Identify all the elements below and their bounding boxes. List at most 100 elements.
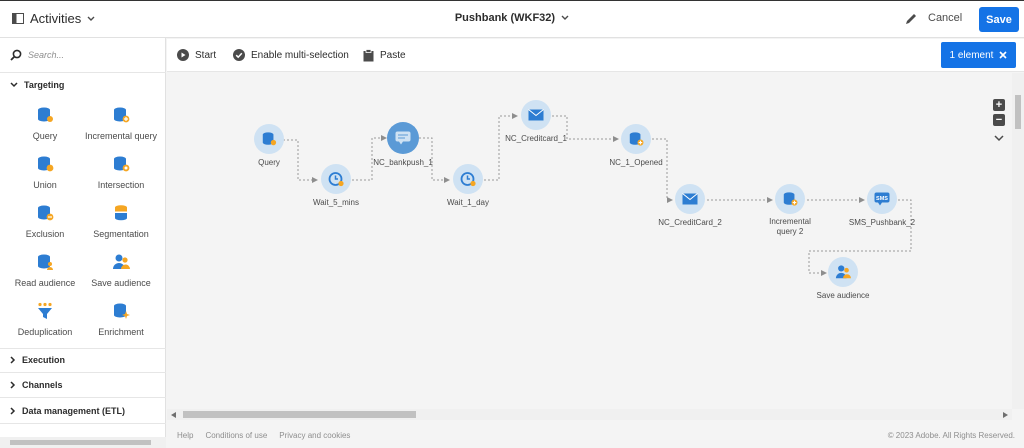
section-channels[interactable]: Channels <box>10 380 63 390</box>
section-label: Targeting <box>24 80 65 90</box>
node-label: Incremental query 2 <box>769 217 811 236</box>
node-nc-bankpush-1[interactable]: NC_bankpush_1 <box>353 122 453 168</box>
node-sms-pushbank-2[interactable]: SMS SMS_Pushbank_2 <box>832 184 932 228</box>
close-icon[interactable] <box>999 51 1008 59</box>
activity-label: Incremental query <box>84 131 158 141</box>
start-label: Start <box>195 49 217 61</box>
node-label: Wait_1_day <box>447 198 489 207</box>
node-label: Save audience <box>816 291 870 300</box>
sms-icon: SMS <box>874 192 890 206</box>
activities-toggle[interactable]: Activities <box>12 11 95 26</box>
activity-segmentation[interactable]: Segmentation <box>81 204 161 239</box>
activity-exclusion[interactable]: Exclusion <box>5 204 85 239</box>
node-query[interactable]: Query <box>219 124 319 168</box>
section-label: Data management (ETL) <box>22 406 126 416</box>
funnel-icon <box>38 302 52 319</box>
enable-multi-selection-button[interactable]: Enable multi-selection <box>233 49 349 61</box>
node-wait-1-day[interactable]: Wait_1_day <box>418 164 518 208</box>
node-wait-5-mins[interactable]: Wait_5_mins <box>286 164 386 208</box>
sidebar-horizontal-scrollbar[interactable] <box>0 437 166 448</box>
canvas-toolbar: Start Enable multi-selection Paste 1 ele… <box>167 39 1024 72</box>
workflow-editor: Activities Pushbank (WKF32) Cancel Save … <box>0 0 1024 448</box>
activity-deduplication[interactable]: Deduplication <box>5 302 85 337</box>
activity-incremental-query[interactable]: Incremental query <box>81 106 161 141</box>
activity-intersection[interactable]: Intersection <box>81 155 161 190</box>
save-button[interactable]: Save <box>979 7 1019 32</box>
database-intersection-icon <box>114 156 130 172</box>
scrollbar-thumb[interactable] <box>10 440 151 445</box>
database-union-icon <box>38 156 54 172</box>
activity-query[interactable]: Query <box>5 106 85 141</box>
activity-label: Enrichment <box>98 327 144 337</box>
activity-label: Deduplication <box>17 327 73 337</box>
paste-label: Paste <box>380 50 406 61</box>
chevron-down-icon <box>10 82 18 88</box>
activities-panel: Search... Targeting Query Incremental qu… <box>0 38 166 448</box>
scroll-right-icon[interactable] <box>1002 412 1008 418</box>
scroll-left-icon[interactable] <box>171 412 177 418</box>
activity-enrichment[interactable]: Enrichment <box>81 302 161 337</box>
email-icon <box>682 193 698 205</box>
node-incremental-query-2[interactable]: Incremental query 2 <box>740 184 840 237</box>
workflow-title-dropdown[interactable]: Pushbank (WKF32) <box>455 12 569 24</box>
section-targeting[interactable]: Targeting <box>10 80 64 90</box>
node-label: SMS_Pushbank_2 <box>848 218 916 227</box>
activity-label: Union <box>33 180 57 190</box>
enrichment-icon <box>114 303 130 319</box>
zoom-in-button[interactable]: + <box>993 99 1005 111</box>
save-audience-icon <box>113 254 130 269</box>
database-icon <box>262 132 277 146</box>
read-audience-icon <box>38 254 53 270</box>
activity-label: Exclusion <box>25 229 65 239</box>
paste-button[interactable]: Paste <box>363 49 406 62</box>
workflow-canvas[interactable]: Query Wait_5_mins NC_bankpush_1 Wait_1_d… <box>167 73 1012 409</box>
chevron-right-icon <box>10 381 16 389</box>
start-button[interactable]: Start <box>177 49 216 61</box>
node-circle <box>621 124 651 154</box>
zoom-controls: + − <box>993 99 1007 147</box>
activity-label: Query <box>32 131 58 141</box>
node-circle <box>521 100 551 130</box>
selection-count-button[interactable]: 1 element <box>941 42 1016 68</box>
search-field[interactable]: Search... <box>10 49 64 61</box>
activity-read-audience[interactable]: Read audience <box>5 253 85 288</box>
activities-label: Activities <box>30 11 82 26</box>
node-nc-creditcard-1[interactable]: NC_Creditcard_1 <box>486 100 586 144</box>
database-plus-icon <box>629 132 644 146</box>
chevron-down-icon <box>561 15 569 20</box>
activity-label: Save audience <box>91 278 151 288</box>
conditions-link[interactable]: Conditions of use <box>205 431 267 440</box>
chevron-down-icon[interactable] <box>993 134 1005 142</box>
section-data-management[interactable]: Data management (ETL) <box>10 406 125 416</box>
database-plus-icon <box>783 192 798 206</box>
node-label: Wait_5_mins <box>313 198 359 207</box>
canvas-horizontal-scrollbar[interactable] <box>167 409 1012 420</box>
canvas-vertical-scrollbar[interactable] <box>1012 73 1024 409</box>
node-label: NC_1_Opened <box>609 158 663 167</box>
section-execution[interactable]: Execution <box>10 355 65 365</box>
node-nc-creditcard-2[interactable]: NC_CreditCard_2 <box>640 184 740 228</box>
save-audience-icon <box>835 265 851 279</box>
scrollbar-thumb[interactable] <box>1015 95 1021 129</box>
node-circle <box>775 184 805 214</box>
cancel-button[interactable]: Cancel <box>928 12 962 24</box>
help-link[interactable]: Help <box>177 431 193 440</box>
play-icon <box>177 49 189 61</box>
pencil-icon[interactable] <box>904 12 918 26</box>
multi-select-label: Enable multi-selection <box>251 49 349 61</box>
database-plus-icon <box>114 107 130 123</box>
database-icon <box>38 107 53 122</box>
node-circle: SMS <box>867 184 897 214</box>
node-label: NC_Creditcard_1 <box>505 134 567 143</box>
activity-union[interactable]: Union <box>5 155 85 190</box>
node-circle <box>675 184 705 214</box>
scrollbar-thumb[interactable] <box>183 411 416 418</box>
activity-label: Read audience <box>14 278 76 288</box>
node-nc-1-opened[interactable]: NC_1_Opened <box>586 124 686 168</box>
section-label: Execution <box>22 355 66 365</box>
chevron-right-icon <box>10 356 16 364</box>
node-save-audience[interactable]: Save audience <box>793 257 893 301</box>
activity-save-audience[interactable]: Save audience <box>81 253 161 288</box>
privacy-link[interactable]: Privacy and cookies <box>279 431 350 440</box>
zoom-out-button[interactable]: − <box>993 114 1005 126</box>
